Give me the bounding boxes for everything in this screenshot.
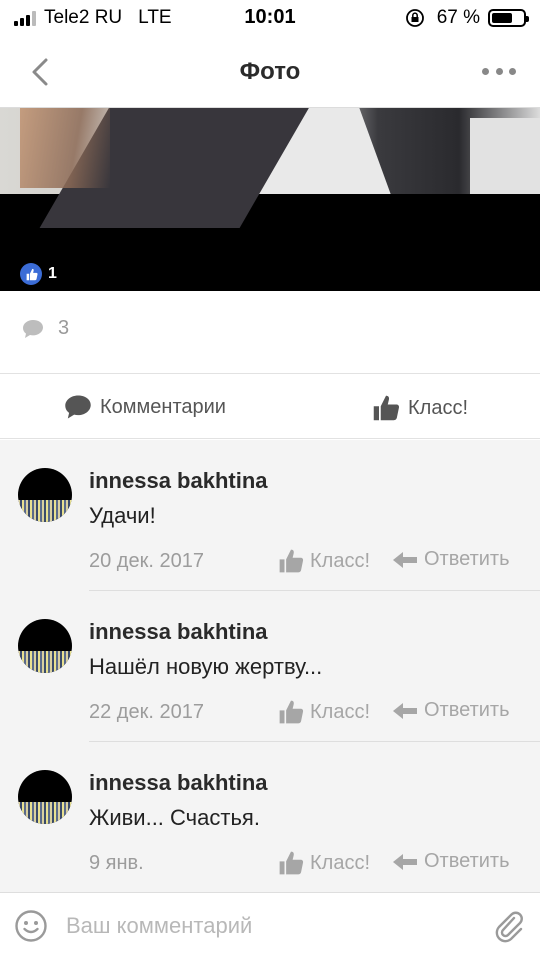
comment-text: Нашёл новую жертву... bbox=[89, 654, 323, 679]
smile-icon[interactable] bbox=[14, 909, 48, 943]
rotation-lock-icon bbox=[405, 9, 424, 27]
avatar[interactable] bbox=[18, 468, 72, 522]
thumbs-up-icon bbox=[279, 549, 304, 573]
reply-arrow-icon bbox=[393, 853, 417, 870]
comment-date: 20 дек. 2017 bbox=[89, 550, 204, 572]
reply-arrow-icon bbox=[393, 702, 417, 719]
comments-list: innessa bakhtina Удачи! 20 дек. 2017 Кла… bbox=[0, 440, 540, 892]
comment-reply-button[interactable]: Ответить bbox=[392, 850, 510, 873]
thumbs-up-icon bbox=[279, 851, 304, 875]
avatar[interactable] bbox=[18, 619, 72, 673]
speech-bubble-icon bbox=[65, 395, 91, 419]
comment-text: Удачи! bbox=[89, 503, 156, 528]
comment-date: 9 янв. bbox=[89, 852, 144, 874]
likes-count: 1 bbox=[48, 265, 57, 282]
comment-item: innessa bakhtina Живи... Счастья. 9 янв.… bbox=[0, 742, 540, 893]
comment-klass-label: Класс! bbox=[310, 700, 370, 723]
more-dots-icon[interactable] bbox=[482, 66, 516, 76]
comments-button-label: Комментарии bbox=[100, 395, 226, 418]
comment-reply-label: Ответить bbox=[424, 548, 510, 570]
action-bar: Комментарии Класс! bbox=[0, 373, 540, 439]
battery-fill bbox=[492, 13, 512, 23]
status-bar: Tele2 RU LTE 10:01 67 % bbox=[0, 0, 540, 36]
thumbs-up-icon bbox=[279, 700, 304, 724]
comment-item: innessa bakhtina Нашёл новую жертву... 2… bbox=[0, 591, 540, 742]
comment-input-bar bbox=[0, 892, 540, 960]
klass-button-label: Класс! bbox=[408, 396, 468, 419]
comment-author[interactable]: innessa bakhtina bbox=[89, 770, 268, 796]
comment-reply-label: Ответить bbox=[424, 699, 510, 721]
comment-reply-label: Ответить bbox=[424, 850, 510, 872]
paperclip-icon[interactable] bbox=[492, 909, 526, 943]
comments-count-value: 3 bbox=[58, 317, 70, 339]
comment-date: 22 дек. 2017 bbox=[89, 701, 204, 723]
comment-klass-label: Класс! bbox=[310, 851, 370, 874]
comment-author[interactable]: innessa bakhtina bbox=[89, 619, 268, 645]
comment-klass-label: Класс! bbox=[310, 549, 370, 572]
reply-arrow-icon bbox=[393, 551, 417, 568]
photo-viewer[interactable]: 1 bbox=[0, 108, 540, 291]
status-right: 67 % bbox=[405, 7, 529, 29]
klass-button[interactable]: Класс! bbox=[372, 394, 468, 422]
page-title: Фото bbox=[239, 58, 301, 85]
thumbs-up-icon bbox=[20, 263, 42, 285]
comments-button[interactable]: Комментарии bbox=[64, 394, 226, 420]
comment-klass-button[interactable]: Класс! bbox=[278, 548, 370, 574]
battery-icon bbox=[488, 9, 529, 27]
comment-reply-button[interactable]: Ответить bbox=[392, 548, 510, 571]
comment-klass-button[interactable]: Класс! bbox=[278, 850, 370, 876]
comment-input[interactable] bbox=[66, 907, 466, 945]
photo-image bbox=[0, 108, 540, 228]
comment-text: Живи... Счастья. bbox=[89, 805, 260, 830]
photo-likes[interactable]: 1 bbox=[20, 263, 57, 285]
avatar[interactable] bbox=[18, 770, 72, 824]
comment-count[interactable]: 3 bbox=[22, 317, 69, 340]
comment-reply-button[interactable]: Ответить bbox=[392, 699, 510, 722]
thumbs-up-icon bbox=[373, 395, 400, 421]
comment-author[interactable]: innessa bakhtina bbox=[89, 468, 268, 494]
nav-bar: Фото bbox=[0, 36, 540, 108]
comment-klass-button[interactable]: Класс! bbox=[278, 699, 370, 725]
battery-percent: 67 % bbox=[436, 7, 480, 28]
speech-bubble-icon bbox=[23, 319, 43, 338]
comment-item: innessa bakhtina Удачи! 20 дек. 2017 Кла… bbox=[0, 440, 540, 591]
